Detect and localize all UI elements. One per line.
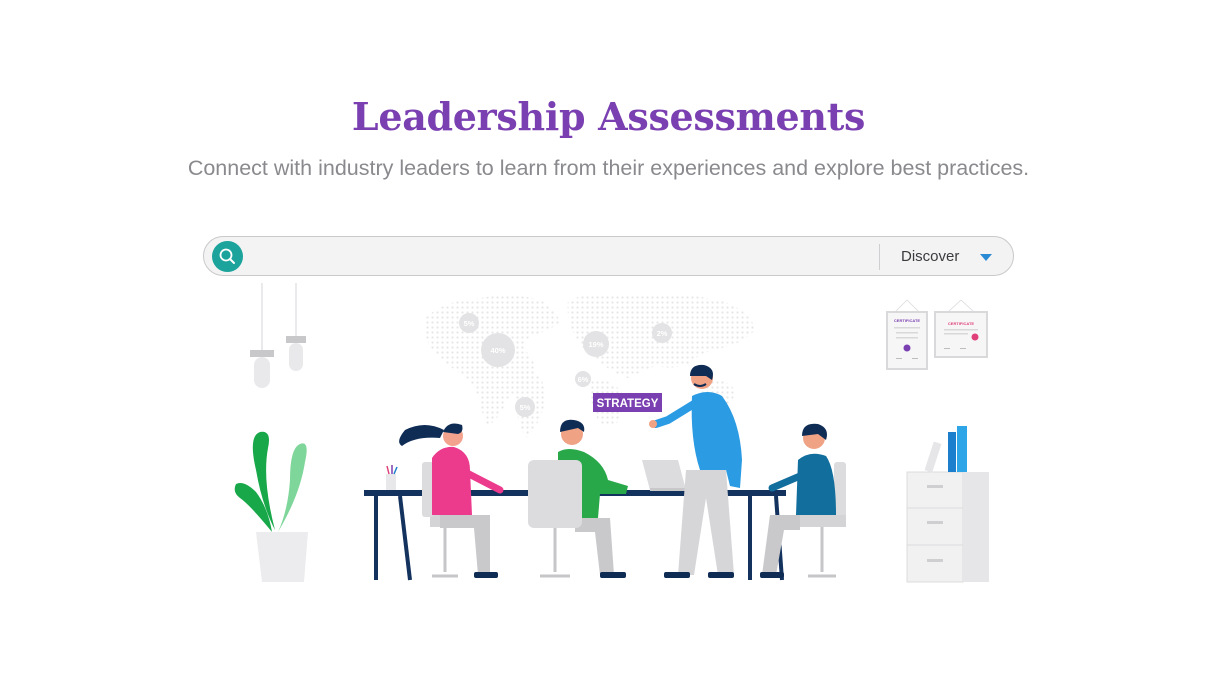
potted-plant xyxy=(234,431,308,582)
search-input[interactable] xyxy=(252,242,876,272)
certificate-title-1: CERTIFICATE xyxy=(894,318,920,323)
map-stat-1: 5% xyxy=(464,319,475,328)
attendee-center xyxy=(528,419,628,578)
page: Leadership Assessments Connect with indu… xyxy=(0,0,1217,685)
certificate-title-2: CERTIFICATE xyxy=(948,321,974,326)
search-bar: Discover xyxy=(203,236,1014,276)
strategy-tag: STRATEGY xyxy=(593,393,662,412)
certificates: CERTIFICATE CERTIFICATE xyxy=(886,299,988,370)
map-stat-3: 19% xyxy=(588,340,603,349)
attendee-right xyxy=(760,423,846,578)
attendee-left xyxy=(399,423,504,578)
filing-cabinet xyxy=(906,426,989,583)
map-stat-5: 6% xyxy=(578,375,589,384)
map-stat-6: 5% xyxy=(520,403,531,412)
chevron-down-icon xyxy=(980,254,992,261)
search-icon xyxy=(219,248,235,264)
office-meeting-illustration: 5% 40% 19% 2% 6% 5% CERTIFICATE CERTIFIC… xyxy=(234,283,989,583)
search-divider xyxy=(879,244,880,270)
discover-dropdown-label: Discover xyxy=(901,248,960,265)
strategy-label: STRATEGY xyxy=(597,398,659,410)
pendant-lamps xyxy=(250,283,306,388)
search-button[interactable] xyxy=(212,241,243,272)
map-stat-2: 40% xyxy=(490,346,505,355)
discover-dropdown[interactable]: Discover xyxy=(890,240,1000,272)
map-stat-4: 2% xyxy=(657,329,668,338)
